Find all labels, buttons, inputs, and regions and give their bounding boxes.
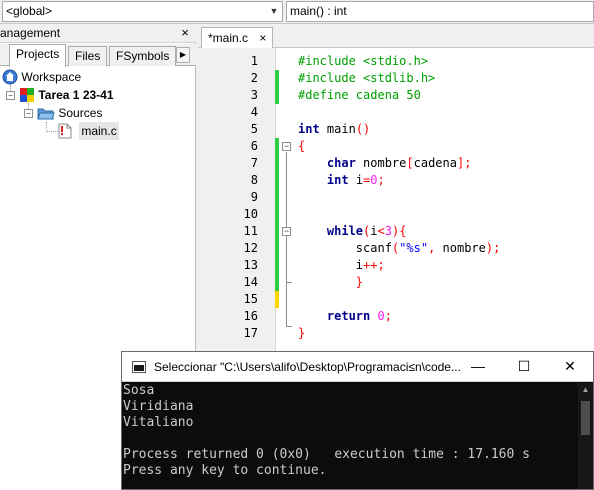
console-line: Press any key to continue.: [123, 463, 327, 478]
code-line-1: #include <stdio.h>: [298, 54, 429, 68]
code-line-6: {: [298, 139, 306, 153]
maximize-button[interactable]: ☐: [501, 352, 547, 381]
project-label: Tarea 1 23-41: [38, 88, 114, 102]
main-c-label: main.c: [79, 122, 119, 140]
fold-guide-end: [286, 326, 292, 327]
line-number: 13: [243, 258, 258, 272]
project-icon: [20, 88, 34, 102]
folder-icon: [37, 108, 55, 120]
line-number: 12: [243, 241, 258, 255]
code-line-7: char nombre[cadena];: [326, 156, 472, 170]
line-number: 10: [243, 207, 258, 221]
editor-tab-bar: *main.c ×: [198, 24, 594, 48]
close-icon[interactable]: ×: [178, 24, 192, 42]
code-line-3: #define cadena 50: [298, 88, 421, 102]
line-number: 3: [250, 88, 258, 102]
fold-guide: [286, 152, 287, 326]
tree-connector: [46, 131, 58, 132]
line-number: 4: [250, 105, 258, 119]
code-line-13: i++;: [298, 258, 385, 272]
code-line-5: int main(): [298, 122, 371, 136]
sources-label: Sources: [58, 106, 103, 120]
line-number: 8: [250, 173, 258, 187]
scope-combo-value: <global>: [6, 4, 53, 18]
workspace-label: Workspace: [21, 70, 82, 84]
editor-tab-main-c[interactable]: *main.c ×: [201, 27, 274, 48]
tab-files-label: Files: [75, 49, 101, 63]
console-line: Viridiana: [123, 399, 194, 414]
code-line-11: while(i<3){: [326, 224, 407, 238]
console-line: Sosa: [123, 383, 155, 398]
console-title-bar[interactable]: Seleccionar "C:\Users\alifo\Desktop\Prog…: [122, 352, 593, 382]
code-line-12: scanf("%s", nombre);: [298, 241, 501, 255]
minimize-button[interactable]: —: [455, 352, 501, 381]
code-line-8: int i=0;: [326, 173, 385, 187]
line-number: 15: [243, 292, 258, 306]
tab-projects-label: Projects: [16, 47, 60, 61]
file-icon: [58, 123, 72, 139]
code-line-2: #include <stdlib.h>: [298, 71, 436, 85]
scroll-up-icon[interactable]: ▲: [578, 383, 593, 397]
management-tabs: Projects Files FSymbols ▶: [0, 44, 196, 67]
code-line-16: return 0;: [326, 309, 392, 323]
collapse-icon[interactable]: −: [6, 91, 15, 100]
fold-collapse-icon[interactable]: −: [282, 227, 291, 236]
change-marker-saved: [275, 138, 279, 291]
collapse-icon[interactable]: −: [24, 109, 33, 118]
tab-files[interactable]: Files: [68, 46, 108, 66]
console-line: Process returned 0 (0x0) execution time …: [123, 447, 530, 462]
function-combo-value: main() : int: [290, 4, 347, 18]
close-icon[interactable]: ×: [259, 31, 266, 45]
function-combo[interactable]: main() : int: [286, 1, 594, 22]
workspace-icon: [2, 69, 18, 85]
fold-collapse-icon[interactable]: −: [282, 142, 291, 151]
tab-projects[interactable]: Projects: [9, 44, 67, 67]
management-title: Management: [0, 26, 61, 40]
tree-item-main-c[interactable]: main.c: [58, 122, 119, 140]
change-marker-saved: [275, 70, 279, 104]
tab-fsymbols-label: FSymbols: [116, 49, 170, 63]
tree-item-project[interactable]: Tarea 1 23-41: [19, 86, 114, 104]
code-line-17: }: [298, 326, 306, 340]
tab-scroll-right-icon[interactable]: ▶: [176, 47, 190, 63]
line-number: 17: [243, 326, 258, 340]
console-scrollbar[interactable]: ▲: [578, 383, 593, 489]
line-number: 9: [250, 190, 258, 204]
line-number: 6: [250, 139, 258, 153]
tree-item-sources[interactable]: Sources: [37, 104, 102, 122]
line-number: 2: [250, 71, 258, 85]
line-number: 16: [243, 309, 258, 323]
tree-item-workspace[interactable]: Workspace: [2, 68, 81, 86]
editor-tab-label: *main.c: [208, 31, 249, 45]
scope-combo[interactable]: <global> ▼: [2, 1, 283, 22]
line-number: 11: [243, 224, 258, 238]
console-line: Vitaliano: [123, 415, 194, 430]
line-number: 7: [250, 156, 258, 170]
line-number: 1: [250, 54, 258, 68]
line-number: 5: [250, 122, 258, 136]
fold-guide-end: [286, 282, 292, 283]
console-output[interactable]: Sosa Viridiana Vitaliano Process returne…: [122, 383, 578, 489]
top-toolbar: <global> ▼ main() : int: [0, 0, 594, 24]
console-title: Seleccionar "C:\Users\alifo\Desktop\Prog…: [154, 360, 461, 374]
close-button[interactable]: ✕: [547, 352, 593, 381]
change-marker-modified: [275, 291, 279, 308]
management-title-bar: Management ×: [0, 24, 196, 43]
code-line-14: }: [355, 275, 364, 289]
console-window[interactable]: Seleccionar "C:\Users\alifo\Desktop\Prog…: [121, 351, 594, 490]
line-number: 14: [243, 275, 258, 289]
chevron-down-icon[interactable]: ▼: [266, 2, 282, 21]
scroll-thumb[interactable]: [581, 401, 590, 435]
console-app-icon: [132, 361, 146, 373]
tab-fsymbols[interactable]: FSymbols: [109, 46, 177, 66]
